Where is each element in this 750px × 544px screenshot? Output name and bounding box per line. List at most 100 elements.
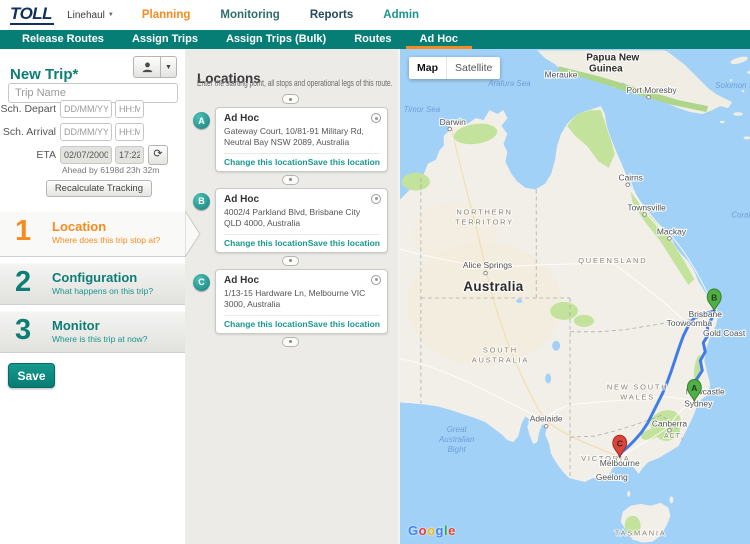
svg-text:B: B [711,292,717,302]
sch-arrival-date-input[interactable] [60,123,112,141]
remove-location-icon[interactable] [371,275,381,285]
tab-release-routes[interactable]: Release Routes [8,30,118,49]
save-location-link[interactable]: Save this location [308,157,380,167]
insert-stop-button[interactable] [282,256,299,266]
tab-ad-hoc[interactable]: Ad Hoc [406,30,473,49]
google-logo: Google [408,523,456,538]
step-monitor[interactable]: 3 Monitor Where is this trip at now? [0,311,185,353]
map-label: Alice Springs [463,260,512,270]
sch-arrival-time-input[interactable] [115,123,144,141]
map-label: TASMANIA [615,529,667,538]
svg-text:A: A [691,383,697,393]
sch-depart-date-input[interactable] [60,100,112,118]
assign-user-caret-button[interactable]: ▼ [161,56,177,78]
city-dot [647,95,651,99]
sch-depart-label: Sch. Depart [0,103,56,115]
map-type-control: Map Satellite [409,57,500,79]
map-label: Great [447,425,468,434]
stop-badge: B [193,193,210,210]
insert-stop-dot-icon [289,98,292,101]
map-label: Bight [448,445,467,454]
app-switcher-dropdown[interactable]: Linehaul ▼ [67,10,114,21]
stop-name: Ad Hoc [224,275,380,286]
map-canvas[interactable]: Arafura SeaTimor SeaSolomon SeaCoral Sea… [398,49,750,544]
step-title: Monitor [52,318,100,333]
stop-address: 4002/4 Parkland Blvd, Brisbane City QLD … [224,207,380,230]
stop-card-b: B Ad Hoc 4002/4 Parkland Blvd, Brisbane … [193,188,388,253]
nav-planning[interactable]: Planning [142,9,191,21]
eta-status-text: Ahead by 6198d 23h 32m [62,165,159,175]
map-label: Adelaide [530,413,563,423]
map-label: Timor Sea [404,105,441,114]
map-label: Cairns [618,173,642,183]
insert-stop-button[interactable] [282,337,299,347]
eta-time-field [115,146,144,164]
map-label: Toowoomba [667,318,713,328]
insert-stop-button[interactable] [282,94,299,104]
map-label: NEW SOUTH [607,382,669,391]
map-label: Coral Sea [731,210,750,219]
map-label: Australian [438,435,475,444]
top-bar: TOLL Linehaul ▼ Planning Monitoring Repo… [0,0,750,30]
step-number: 1 [15,215,31,248]
map-label: AUSTRALIA [472,356,529,365]
assign-user-button[interactable] [133,56,161,78]
recalculate-tracking-button[interactable]: Recalculate Tracking [46,180,152,197]
king-island [627,491,630,497]
change-location-link[interactable]: Change this location [224,157,308,167]
remove-location-icon[interactable] [371,113,381,123]
stop-name: Ad Hoc [224,113,380,124]
tab-routes[interactable]: Routes [340,30,405,49]
chevron-down-icon: ▼ [108,12,114,18]
insert-stop-button[interactable] [282,175,299,185]
stop-card-a: A Ad Hoc Gateway Court, 10/81-91 Militar… [193,107,388,172]
step-title: Location [52,219,106,234]
save-location-link[interactable]: Save this location [308,238,380,248]
map-label: Melbourne [600,458,640,468]
flinders-island [669,496,673,503]
map-view-button[interactable]: Map [409,57,446,79]
sch-depart-time-input[interactable] [115,100,144,118]
step-configuration[interactable]: 2 Configuration What happens on this tri… [0,263,185,305]
insert-stop-dot-icon [289,259,292,262]
png-islands [720,55,750,139]
city-dot [626,183,630,187]
stop-address: Gateway Court, 10/81-91 Military Rd, Neu… [224,126,380,149]
trip-panel: New Trip* ▼ Sch. Depart Sch. Arrival ETA… [0,49,185,544]
nav-reports[interactable]: Reports [310,9,353,21]
map-label: Gold Coast [703,328,746,338]
tab-assign-trips[interactable]: Assign Trips [118,30,212,49]
locations-description: Enter the starting point, all stops and … [197,78,392,88]
refresh-eta-button[interactable]: ⟳ [148,145,168,165]
map-label: Mackay [657,226,687,236]
map-label: Australia [463,279,523,294]
step-subtitle: Where does this trip stop at? [52,235,160,245]
sch-arrival-row: Sch. Arrival [0,123,144,141]
satellite-view-button[interactable]: Satellite [446,57,500,79]
map-label: Port Moresby [626,85,677,95]
map-label: Guinea [589,63,623,74]
map-svg: Arafura SeaTimor SeaSolomon SeaCoral Sea… [400,49,750,544]
nav-monitoring[interactable]: Monitoring [220,9,279,21]
step-location[interactable]: 1 Location Where does this trip stop at? [0,212,185,257]
sch-depart-row: Sch. Depart [0,100,144,118]
assign-user-split-button: ▼ [133,56,177,78]
map-label: Papua New [586,52,639,63]
remove-location-icon[interactable] [371,194,381,204]
person-icon [142,62,153,73]
stop-name: Ad Hoc [224,194,380,205]
save-location-link[interactable]: Save this location [308,319,380,329]
map-label: WALES [620,392,655,401]
city-dot [448,127,452,131]
eta-date-field [60,146,112,164]
change-location-link[interactable]: Change this location [224,319,308,329]
city-dot [643,213,647,217]
city-dot [668,237,672,241]
nav-admin[interactable]: Admin [383,9,419,21]
change-location-link[interactable]: Change this location [224,238,308,248]
tab-assign-trips-bulk[interactable]: Assign Trips (Bulk) [212,30,340,49]
city-dot [484,271,488,275]
toll-logo: TOLL [10,5,54,25]
save-button[interactable]: Save [8,363,55,388]
map-label: Merauke [545,69,578,79]
